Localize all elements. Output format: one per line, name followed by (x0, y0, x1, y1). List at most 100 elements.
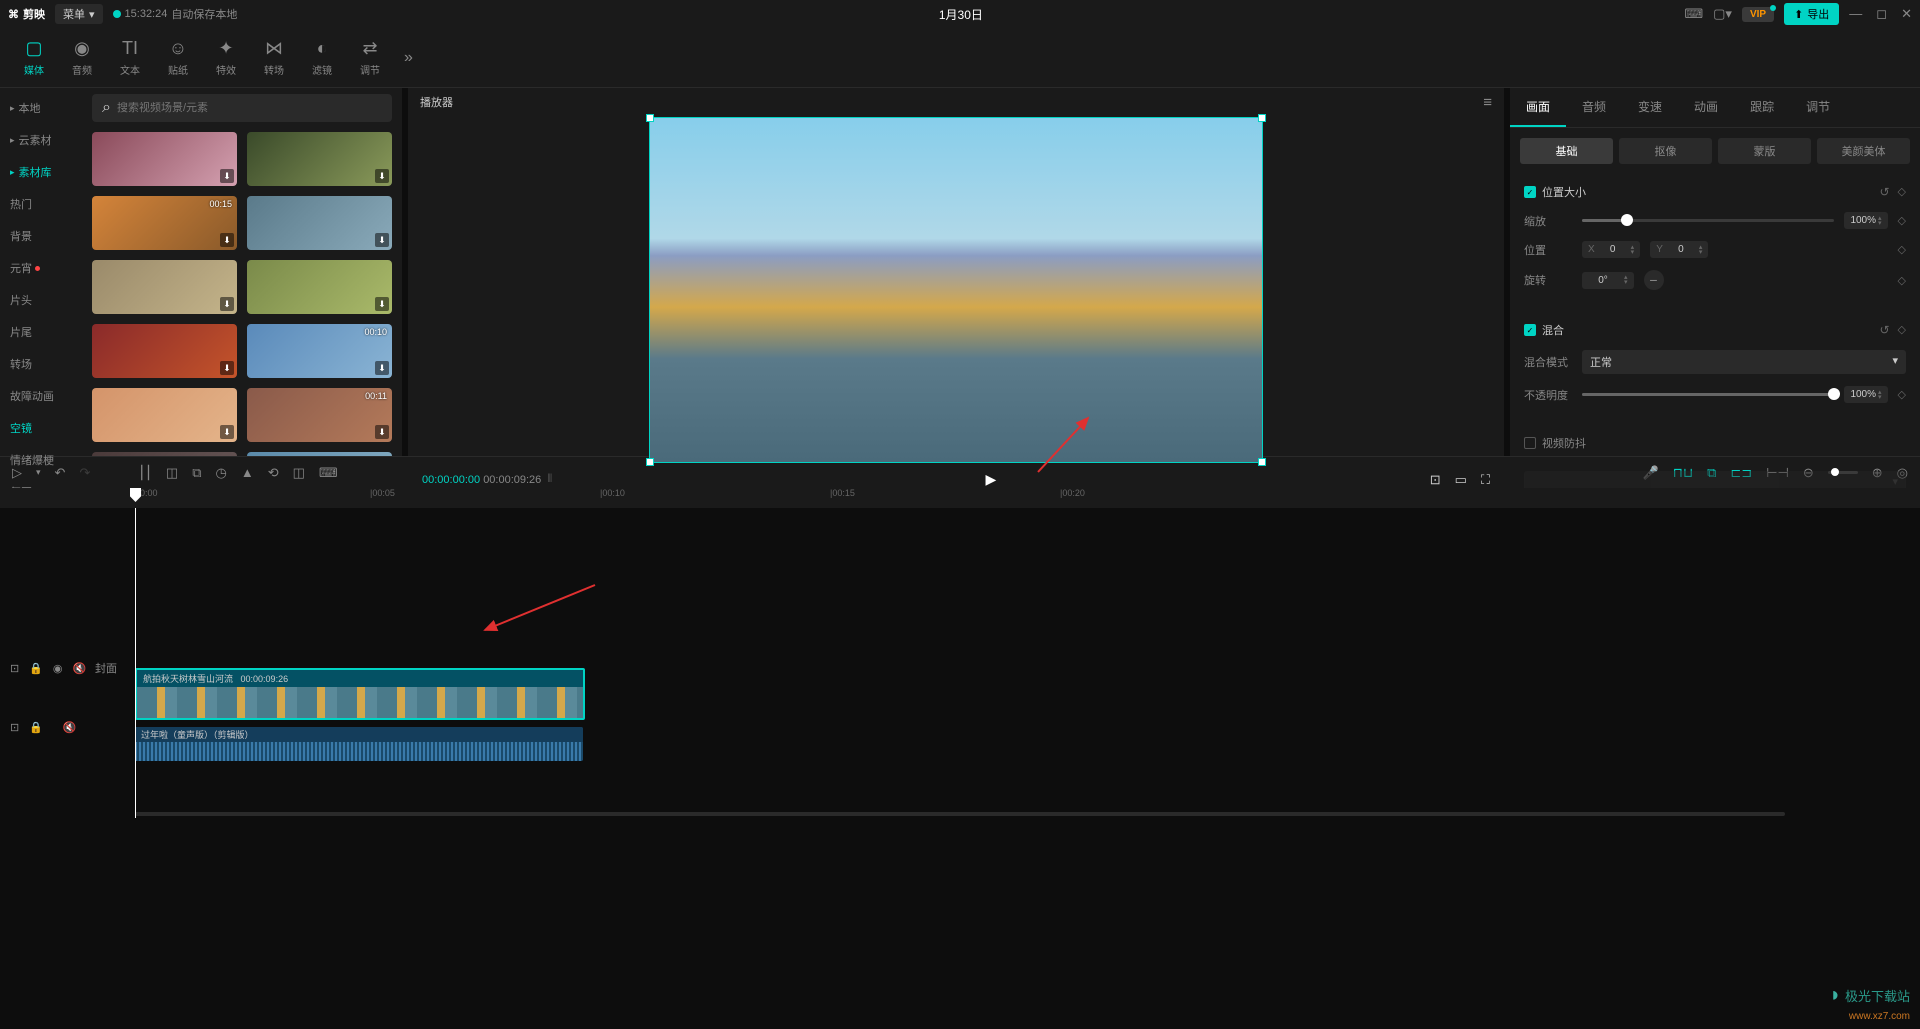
track-settings-icon[interactable]: ⊡ (10, 662, 19, 675)
media-thumbnail[interactable]: ⬇ (92, 132, 237, 186)
timeline-ruler[interactable]: 00:00 |00:05 |00:10 |00:15 |00:20 (0, 488, 1920, 508)
media-thumbnail[interactable]: 00:10⬇ (247, 324, 392, 378)
maximize-icon[interactable]: ◻ (1876, 6, 1887, 22)
scale-keyframe[interactable]: ◇ (1898, 214, 1906, 227)
check-icon[interactable]: ✓ (1524, 324, 1536, 336)
crop-icon[interactable]: ◫ (293, 465, 305, 481)
handle-tl[interactable] (646, 114, 654, 122)
prop-subtab-蒙版[interactable]: 蒙版 (1718, 138, 1811, 164)
export-button[interactable]: ⬆ 导出 (1784, 3, 1839, 25)
more-tools-icon[interactable]: » (394, 49, 423, 67)
media-thumbnail[interactable]: ⬇ (247, 132, 392, 186)
vip-badge[interactable]: VIP (1742, 7, 1774, 22)
handle-bl[interactable] (646, 458, 654, 466)
prop-tab-跟踪[interactable]: 跟踪 (1734, 88, 1790, 127)
toolbar-贴纸[interactable]: ☺贴纸 (154, 32, 202, 83)
handle-tr[interactable] (1258, 114, 1266, 122)
handle-br[interactable] (1258, 458, 1266, 466)
search-box[interactable]: ⌕ (92, 94, 392, 122)
category-热门[interactable]: 热门 (0, 188, 82, 220)
visibility-icon[interactable]: ◉ (53, 662, 63, 675)
opacity-slider[interactable] (1582, 393, 1834, 396)
toolbar-调节[interactable]: ⇄调节 (346, 32, 394, 83)
media-thumbnail[interactable]: 00:11⬇ (247, 388, 392, 442)
category-云素材[interactable]: 云素材 (0, 124, 82, 156)
zoom-slider[interactable] (1828, 471, 1858, 474)
split-icon[interactable]: ⎮⎮ (138, 465, 152, 481)
prop-tab-画面[interactable]: 画面 (1510, 88, 1566, 127)
prop-tab-音频[interactable]: 音频 (1566, 88, 1622, 127)
close-icon[interactable]: ✕ (1901, 6, 1912, 22)
mute-icon[interactable]: 🔇 (63, 721, 77, 734)
prop-tab-动画[interactable]: 动画 (1678, 88, 1734, 127)
toolbar-特效[interactable]: ✦特效 (202, 32, 250, 83)
playhead[interactable] (135, 508, 136, 818)
media-thumbnail[interactable]: ⬇ (247, 196, 392, 250)
undo-icon[interactable]: ↶ (55, 465, 66, 481)
focus-icon[interactable]: ⊡ (1430, 472, 1441, 488)
prop-tab-变速[interactable]: 变速 (1622, 88, 1678, 127)
audio-clip[interactable]: 过年啦（童声版）（剪辑版） (135, 727, 583, 761)
media-thumbnail[interactable]: ⬇ (92, 260, 237, 314)
download-icon[interactable]: ⬇ (220, 169, 234, 183)
category-片尾[interactable]: 片尾 (0, 316, 82, 348)
category-本地[interactable]: 本地 (0, 92, 82, 124)
download-icon[interactable]: ⬇ (220, 297, 234, 311)
blend-mode-select[interactable]: 正常 ▾ (1582, 350, 1906, 374)
download-icon[interactable]: ⬇ (375, 425, 389, 439)
category-空镜[interactable]: 空镜 (0, 412, 82, 444)
download-icon[interactable]: ⬇ (220, 361, 234, 375)
media-thumbnail[interactable]: ⬇ (92, 388, 237, 442)
track-settings-icon[interactable]: ⊡ (10, 721, 19, 734)
category-故障动画[interactable]: 故障动画 (0, 380, 82, 412)
rotate-icon[interactable]: ⟲ (268, 465, 279, 481)
category-转场[interactable]: 转场 (0, 348, 82, 380)
download-icon[interactable]: ⬇ (375, 233, 389, 247)
stabilize-row[interactable]: 视频防抖 (1524, 435, 1906, 451)
delete-right-icon[interactable]: ⧉ (192, 465, 201, 481)
keyboard-icon[interactable]: ⌨ (1684, 6, 1703, 22)
mirror-icon[interactable]: ▲ (241, 465, 254, 480)
minimize-icon[interactable]: — (1849, 6, 1862, 22)
keyframe-icon[interactable]: ◇ (1898, 185, 1906, 199)
toolbar-转场[interactable]: ⋈转场 (250, 32, 298, 83)
rotation-input[interactable]: 0° ▴▾ (1582, 272, 1634, 289)
preview-menu-icon[interactable]: ≡ (1483, 94, 1492, 111)
media-thumbnail[interactable]: ⬇ (92, 324, 237, 378)
toolbar-音频[interactable]: ◉音频 (58, 32, 106, 83)
reset-icon[interactable]: ↺ (1879, 185, 1889, 199)
category-素材库[interactable]: 素材库 (0, 156, 82, 188)
timeline-scrollbar[interactable] (0, 810, 1920, 818)
download-icon[interactable]: ⬇ (220, 425, 234, 439)
video-clip[interactable]: 航拍秋天树林雪山河流 00:00:09:26 (135, 668, 585, 720)
toolbar-媒体[interactable]: ▢媒体 (10, 32, 58, 83)
menu-button[interactable]: 菜单 ▾ (55, 4, 103, 24)
media-thumbnail[interactable]: ⬇ (247, 260, 392, 314)
position-y-input[interactable]: Y 0 ▴▾ (1650, 241, 1708, 258)
scale-slider[interactable] (1582, 219, 1834, 222)
prop-subtab-基础[interactable]: 基础 (1520, 138, 1613, 164)
toolbar-滤镜[interactable]: ◐滤镜 (298, 32, 346, 83)
layout-icon[interactable]: ▢▾ (1713, 6, 1732, 22)
scale-value[interactable]: 100%▴▾ (1844, 212, 1887, 229)
redo-icon[interactable]: ↷ (79, 465, 90, 481)
preview-canvas[interactable] (408, 117, 1504, 463)
lock-icon[interactable]: 🔒 (29, 662, 43, 675)
snapshot-icon[interactable]: ⌨ (319, 465, 338, 481)
preview-frame[interactable] (649, 117, 1263, 463)
download-icon[interactable]: ⬇ (375, 361, 389, 375)
opacity-keyframe[interactable]: ◇ (1898, 388, 1906, 401)
download-icon[interactable]: ⬇ (375, 297, 389, 311)
search-input[interactable] (117, 102, 382, 114)
select-dropdown-icon[interactable]: ▾ (36, 467, 41, 478)
timeline-tracks[interactable]: ⊡ 🔒 ◉ 🔇 封面 航拍秋天树林雪山河流 00:00:09:26 ⊡ 🔒 🔇 (0, 508, 1920, 818)
fullscreen-icon[interactable]: ⛶ (1481, 472, 1490, 488)
download-icon[interactable]: ⬇ (375, 169, 389, 183)
position-keyframe[interactable]: ◇ (1898, 243, 1906, 256)
ratio-icon[interactable]: ▭ (1455, 472, 1467, 488)
select-tool-icon[interactable]: ▷ (12, 465, 22, 481)
delete-left-icon[interactable]: ◫ (166, 465, 178, 481)
position-x-input[interactable]: X 0 ▴▾ (1582, 241, 1640, 258)
checkbox-icon[interactable] (1524, 437, 1536, 449)
category-背景[interactable]: 背景 (0, 220, 82, 252)
